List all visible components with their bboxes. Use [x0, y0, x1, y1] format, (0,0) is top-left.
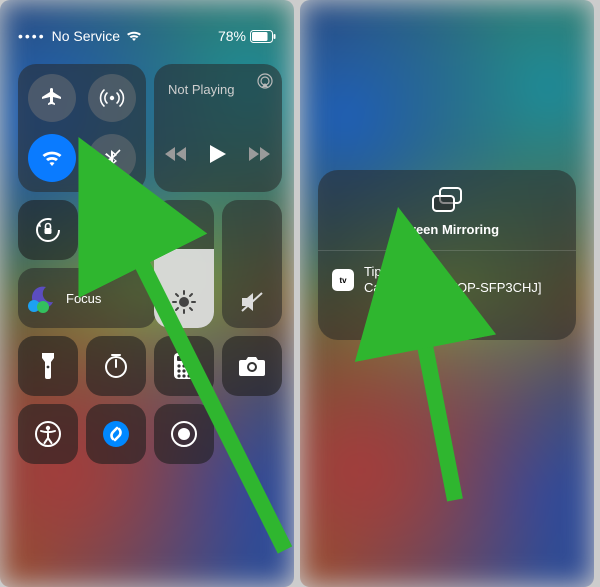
focus-tile[interactable]: Focus	[18, 268, 156, 328]
bluetooth-toggle[interactable]	[88, 134, 136, 182]
accessibility-tile[interactable]	[18, 404, 78, 464]
cellular-toggle[interactable]	[88, 74, 136, 122]
screen-mirroring-title: Screen Mirroring	[395, 222, 499, 237]
volume-mute-icon	[239, 290, 265, 314]
mirroring-device-name: Tipard Screen Capture[DESKTOP-SFP3CHJ]	[364, 264, 562, 297]
connectivity-group	[18, 64, 146, 192]
brightness-icon	[172, 290, 196, 314]
carrier-text: No Service	[52, 28, 120, 44]
focus-label: Focus	[66, 291, 101, 306]
mirroring-device-row[interactable]: tv Tipard Screen Capture[DESKTOP-SFP3CHJ…	[332, 264, 562, 297]
control-center-screenshot: •••• No Service 78%	[0, 0, 294, 587]
timer-tile[interactable]	[86, 336, 146, 396]
screen-mirroring-sheet: Screen Mirroring tv Tipard Screen Captur…	[318, 170, 576, 340]
media-prev-button[interactable]	[165, 146, 187, 162]
wifi-toggle[interactable]	[28, 134, 76, 182]
screen-record-tile[interactable]	[154, 404, 214, 464]
focus-icon	[28, 284, 56, 312]
wifi-status-icon	[126, 30, 142, 42]
brightness-slider[interactable]	[154, 200, 214, 328]
media-next-button[interactable]	[249, 146, 271, 162]
shazam-tile[interactable]	[86, 404, 146, 464]
calculator-tile[interactable]	[154, 336, 214, 396]
airplay-audio-icon[interactable]	[256, 72, 274, 90]
media-module[interactable]: Not Playing	[154, 64, 282, 192]
camera-tile[interactable]	[222, 336, 282, 396]
orientation-lock-tile[interactable]	[18, 200, 78, 260]
battery-pct: 78%	[218, 28, 246, 44]
volume-slider[interactable]	[222, 200, 282, 328]
airplane-toggle[interactable]	[28, 74, 76, 122]
cellular-dots: ••••	[18, 28, 46, 44]
appletv-icon: tv	[332, 269, 354, 291]
media-state-text: Not Playing	[168, 82, 234, 97]
battery-icon	[250, 30, 276, 43]
status-bar: •••• No Service 78%	[0, 24, 294, 48]
screen-mirroring-icon	[430, 186, 464, 214]
screen-mirroring-tile[interactable]	[86, 200, 146, 260]
flashlight-tile[interactable]	[18, 336, 78, 396]
screen-mirroring-screenshot: Screen Mirroring tv Tipard Screen Captur…	[300, 0, 594, 587]
media-play-button[interactable]	[209, 144, 227, 164]
